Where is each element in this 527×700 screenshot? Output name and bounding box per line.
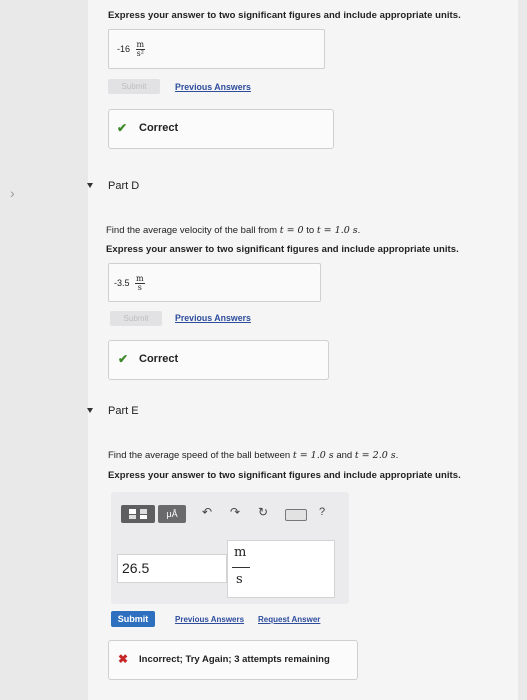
parte-title[interactable]: Part E — [108, 405, 139, 417]
parte-instruction: Express your answer to two significant f… — [108, 470, 461, 481]
partd-submit-button[interactable]: Submit — [110, 311, 162, 326]
reset-icon[interactable]: ↻ — [258, 505, 268, 519]
partc-instruction: Express your answer to two significant f… — [108, 10, 461, 21]
parte-request-answer-link[interactable]: Request Answer — [258, 615, 320, 624]
undo-icon[interactable]: ↶ — [202, 505, 212, 519]
parte-feedback-text: Incorrect; Try Again; 3 attempts remaini… — [139, 654, 330, 665]
partc-answer-unit: m s² — [135, 40, 146, 58]
chevron-right-icon[interactable]: › — [10, 185, 15, 201]
parte-collapse-icon[interactable] — [87, 408, 93, 413]
partd-answer-value: -3.5 — [114, 277, 130, 288]
parte-answer-editor: μÅ ↶ ↷ ↻ ? 26.5 m s — [111, 492, 349, 604]
partd-title[interactable]: Part D — [108, 180, 139, 192]
parte-unit-den: s — [236, 572, 243, 587]
parte-feedback: ✖ Incorrect; Try Again; 3 attempts remai… — [108, 640, 358, 680]
parte-value-text: 26.5 — [122, 560, 150, 576]
partc-feedback: ✔ Correct — [108, 109, 334, 149]
help-icon[interactable]: ? — [319, 506, 325, 518]
partd-previous-answers-link[interactable]: Previous Answers — [175, 313, 251, 323]
partd-answer-unit: m s — [135, 274, 145, 292]
partd-feedback: ✔ Correct — [108, 340, 329, 380]
check-icon: ✔ — [117, 121, 128, 135]
partc-feedback-text: Correct — [139, 122, 179, 134]
parte-unit-num: m — [234, 545, 247, 560]
redo-icon[interactable]: ↷ — [230, 505, 240, 519]
partc-answer-box: -16 m s² — [108, 29, 325, 69]
units-button[interactable]: μÅ — [158, 505, 186, 523]
parte-previous-answers-link[interactable]: Previous Answers — [175, 615, 244, 624]
check-icon: ✔ — [118, 352, 129, 366]
templates-button[interactable] — [121, 505, 155, 523]
units-label: μÅ — [166, 509, 178, 519]
fraction-bar — [232, 567, 250, 568]
partd-answer-box: -3.5 m s — [108, 263, 321, 302]
x-icon: ✖ — [118, 652, 129, 666]
keyboard-icon[interactable] — [285, 509, 307, 521]
partd-feedback-text: Correct — [139, 353, 179, 365]
partd-question: Find the average velocity of the ball fr… — [106, 225, 361, 236]
template-grid-icon — [129, 509, 147, 519]
partd-instruction: Express your answer to two significant f… — [106, 244, 459, 255]
partc-previous-answers-link[interactable]: Previous Answers — [175, 82, 251, 92]
parte-question: Find the average speed of the ball betwe… — [108, 450, 399, 461]
partd-collapse-icon[interactable] — [87, 183, 93, 188]
partc-submit-button[interactable]: Submit — [108, 79, 160, 94]
parte-submit-button[interactable]: Submit — [111, 611, 155, 627]
parte-value-input[interactable]: 26.5 — [117, 554, 227, 583]
partc-answer-value: -16 — [117, 43, 131, 54]
parte-unit-input[interactable]: m s — [227, 540, 335, 598]
